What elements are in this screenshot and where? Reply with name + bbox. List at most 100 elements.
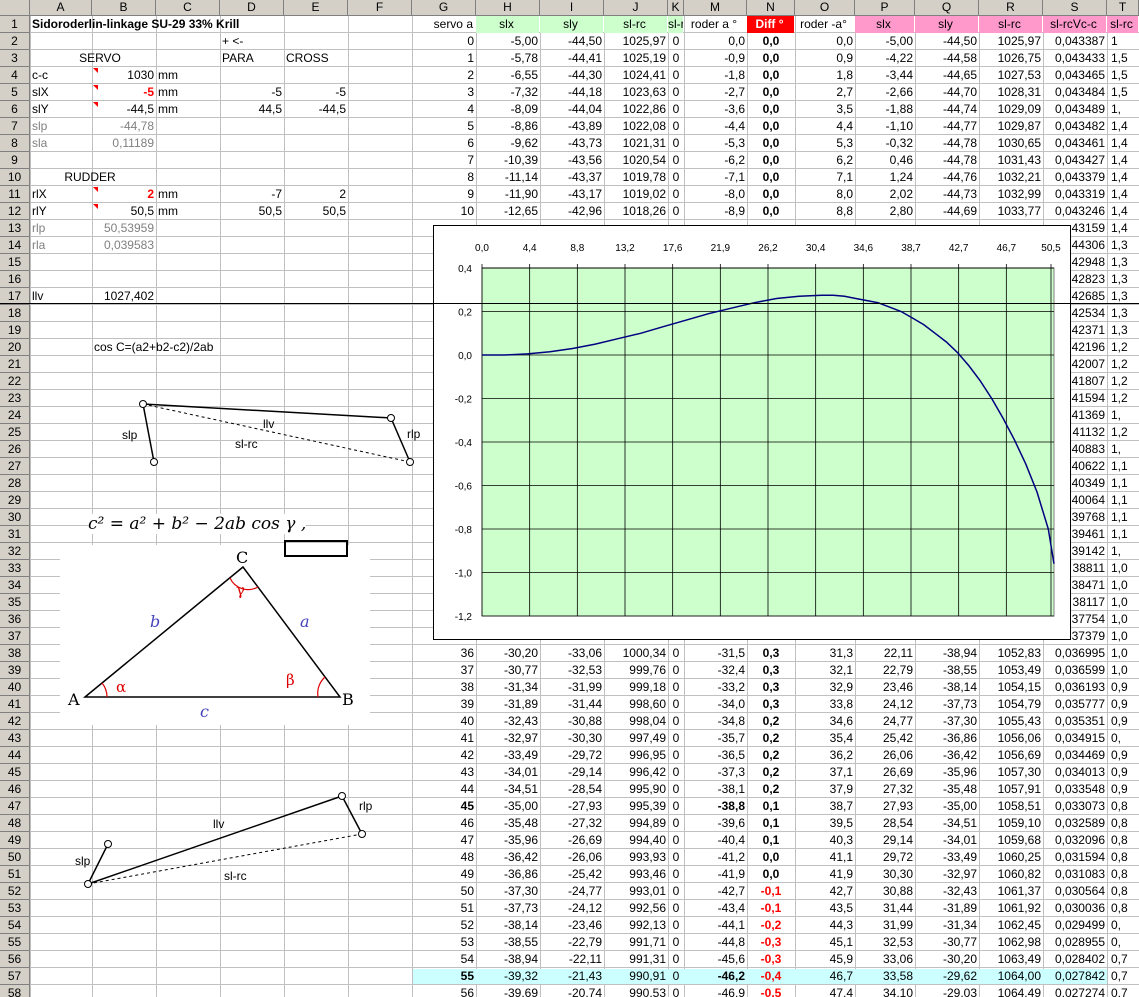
cell-m10[interactable]: -7,1 bbox=[686, 169, 745, 186]
cell-t24[interactable]: 1, bbox=[1111, 407, 1139, 424]
cell-s40[interactable]: 0,036193 bbox=[1045, 679, 1105, 696]
cell-t58[interactable]: 0,7 bbox=[1111, 985, 1139, 997]
cell-r2[interactable]: 1025,97 bbox=[981, 33, 1041, 50]
cell-m50[interactable]: -41,2 bbox=[686, 849, 745, 866]
row-header[interactable]: 15 bbox=[0, 254, 30, 271]
cell-o50[interactable]: 41,1 bbox=[797, 849, 853, 866]
cell-t40[interactable]: 0,9 bbox=[1111, 679, 1139, 696]
cell-h43[interactable]: -32,97 bbox=[478, 730, 538, 747]
cell-q46[interactable]: -35,48 bbox=[917, 781, 977, 798]
row-header[interactable]: 2 bbox=[0, 33, 30, 50]
cell-s21[interactable]: 42007 bbox=[1071, 356, 1105, 373]
row-header[interactable]: 20 bbox=[0, 339, 30, 356]
cell-i3[interactable]: -44,41 bbox=[542, 50, 602, 67]
cell-r11[interactable]: 1032,99 bbox=[981, 186, 1041, 203]
cell-j9[interactable]: 1020,54 bbox=[606, 152, 666, 169]
cell-t57[interactable]: 0,7 bbox=[1111, 968, 1139, 985]
cell-o10[interactable]: 7,1 bbox=[797, 169, 853, 186]
header-q[interactable]: sly bbox=[915, 16, 978, 33]
cell-i11[interactable]: -43,17 bbox=[542, 186, 602, 203]
header-h[interactable]: slx bbox=[476, 16, 539, 33]
cell-m54[interactable]: -44,1 bbox=[686, 917, 745, 934]
cell-t11[interactable]: 1,4 bbox=[1111, 186, 1139, 203]
row-header[interactable]: 19 bbox=[0, 322, 30, 339]
cell-p54[interactable]: 31,99 bbox=[857, 917, 913, 934]
cell-q51[interactable]: -32,97 bbox=[917, 866, 977, 883]
cell-j51[interactable]: 993,46 bbox=[606, 866, 666, 883]
cell-n52[interactable]: -0,1 bbox=[749, 883, 793, 900]
cell-t44[interactable]: 0,9 bbox=[1111, 747, 1139, 764]
cell-j39[interactable]: 999,76 bbox=[606, 662, 666, 679]
cell-s2[interactable]: 0,043387 bbox=[1045, 33, 1105, 50]
cell-c6[interactable]: mm bbox=[158, 101, 218, 118]
cell-k43[interactable]: 0 bbox=[670, 730, 682, 747]
cell-m41[interactable]: -34,0 bbox=[686, 696, 745, 713]
cell-j7[interactable]: 1022,08 bbox=[606, 118, 666, 135]
cell-o56[interactable]: 45,9 bbox=[797, 951, 853, 968]
row-header[interactable]: 8 bbox=[0, 135, 30, 152]
column-header-j[interactable]: J bbox=[604, 0, 668, 16]
cell-d6[interactable]: 44,5 bbox=[222, 101, 282, 118]
cell-h41[interactable]: -31,89 bbox=[478, 696, 538, 713]
cell-m45[interactable]: -37,3 bbox=[686, 764, 745, 781]
cell-c5[interactable]: mm bbox=[158, 84, 218, 101]
cell-n54[interactable]: -0,2 bbox=[749, 917, 793, 934]
cell-o48[interactable]: 39,5 bbox=[797, 815, 853, 832]
cell-r39[interactable]: 1053,49 bbox=[981, 662, 1041, 679]
cell-q55[interactable]: -30,77 bbox=[917, 934, 977, 951]
cell-n57[interactable]: -0,4 bbox=[749, 968, 793, 985]
cell-q48[interactable]: -34,51 bbox=[917, 815, 977, 832]
cell-r49[interactable]: 1059,68 bbox=[981, 832, 1041, 849]
cell-b13[interactable]: 50,53959 bbox=[94, 220, 154, 237]
cell-q40[interactable]: -38,14 bbox=[917, 679, 977, 696]
cell-b5[interactable]: -5 bbox=[94, 84, 154, 101]
cell-p3[interactable]: -4,22 bbox=[857, 50, 913, 67]
cell-t2[interactable]: 1 bbox=[1111, 33, 1139, 50]
cell-o46[interactable]: 37,9 bbox=[797, 781, 853, 798]
cell-q2[interactable]: -44,50 bbox=[917, 33, 977, 50]
cell-m52[interactable]: -42,7 bbox=[686, 883, 745, 900]
cell-r4[interactable]: 1027,53 bbox=[981, 67, 1041, 84]
cell-i39[interactable]: -32,53 bbox=[542, 662, 602, 679]
cell-b7[interactable]: -44,78 bbox=[94, 118, 154, 135]
cell-t28[interactable]: 1,1 bbox=[1111, 475, 1139, 492]
cell-t36[interactable]: 1,0 bbox=[1111, 611, 1139, 628]
column-header-h[interactable]: H bbox=[476, 0, 540, 16]
column-header-s[interactable]: S bbox=[1043, 0, 1107, 16]
column-header-r[interactable]: R bbox=[979, 0, 1043, 16]
cell-k5[interactable]: 0 bbox=[670, 84, 682, 101]
cell-p57[interactable]: 33,58 bbox=[857, 968, 913, 985]
cell-m47[interactable]: -38,8 bbox=[686, 798, 745, 815]
cell-n43[interactable]: 0,2 bbox=[749, 730, 793, 747]
cell-r5[interactable]: 1028,31 bbox=[981, 84, 1041, 101]
column-header-g[interactable]: G bbox=[412, 0, 476, 16]
cell-k40[interactable]: 0 bbox=[670, 679, 682, 696]
cell-j44[interactable]: 996,95 bbox=[606, 747, 666, 764]
cell-i58[interactable]: -20,74 bbox=[542, 985, 602, 997]
cell-q58[interactable]: -29,03 bbox=[917, 985, 977, 997]
cell-s6[interactable]: 0,043489 bbox=[1045, 101, 1105, 118]
cell-t19[interactable]: 1,3 bbox=[1111, 322, 1139, 339]
cell-b14[interactable]: 0,039583 bbox=[94, 237, 154, 254]
cell-t22[interactable]: 1,2 bbox=[1111, 373, 1139, 390]
row-header[interactable]: 58 bbox=[0, 985, 30, 997]
cell-m40[interactable]: -33,2 bbox=[686, 679, 745, 696]
header-j[interactable]: sl-rc bbox=[604, 16, 667, 33]
cell-p58[interactable]: 34,10 bbox=[857, 985, 913, 997]
cell-i56[interactable]: -22,11 bbox=[542, 951, 602, 968]
cell-s57[interactable]: 0,027842 bbox=[1045, 968, 1105, 985]
cell-t7[interactable]: 1,4 bbox=[1111, 118, 1139, 135]
cell-s50[interactable]: 0,031594 bbox=[1045, 849, 1105, 866]
row-header[interactable]: 10 bbox=[0, 169, 30, 186]
cell-t46[interactable]: 0,9 bbox=[1111, 781, 1139, 798]
cell-s51[interactable]: 0,031083 bbox=[1045, 866, 1105, 883]
cell-j41[interactable]: 998,60 bbox=[606, 696, 666, 713]
cell-r42[interactable]: 1055,43 bbox=[981, 713, 1041, 730]
row-header[interactable]: 21 bbox=[0, 356, 30, 373]
cell-q56[interactable]: -30,20 bbox=[917, 951, 977, 968]
cell-h52[interactable]: -37,30 bbox=[478, 883, 538, 900]
cell-q43[interactable]: -36,86 bbox=[917, 730, 977, 747]
cell-q41[interactable]: -37,73 bbox=[917, 696, 977, 713]
cell-c11[interactable]: mm bbox=[158, 186, 218, 203]
cell-o7[interactable]: 4,4 bbox=[797, 118, 853, 135]
